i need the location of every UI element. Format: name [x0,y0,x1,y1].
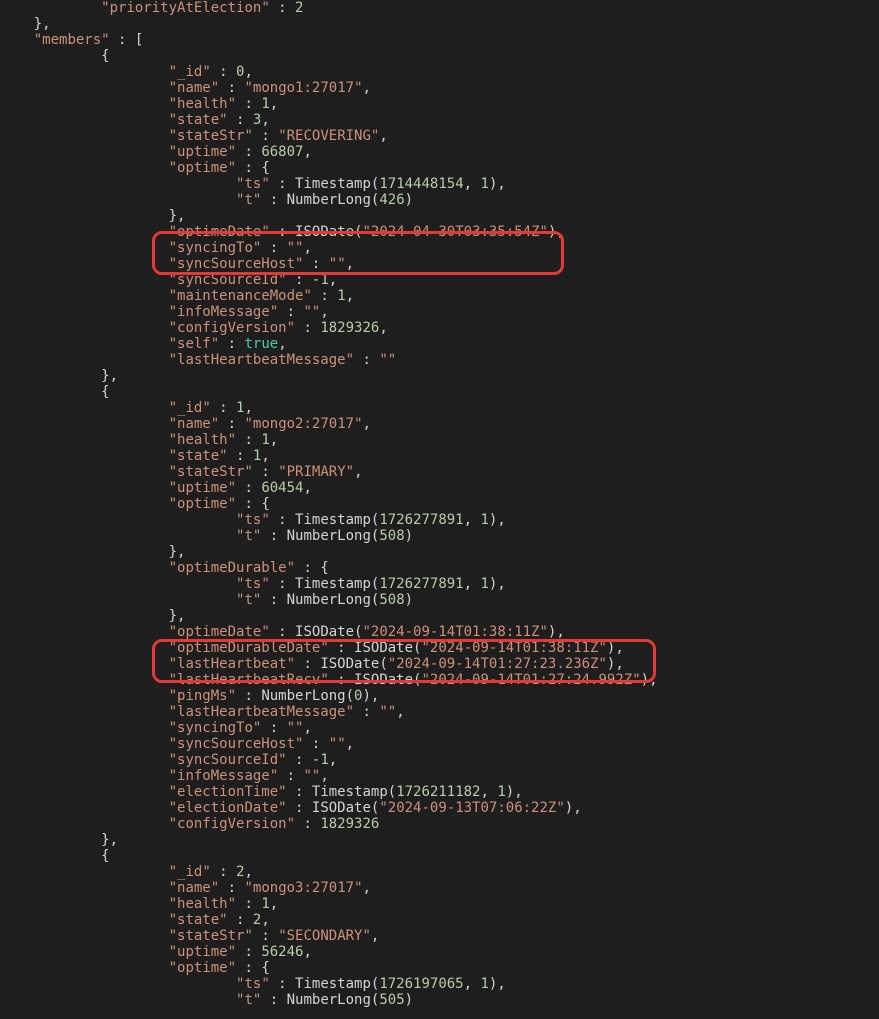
json-output: "priorityAtElection" : 2 }, "members" : … [0,0,879,1008]
key-members: "members" [34,32,110,48]
key-priorityAtElection: "priorityAtElection" [101,0,270,16]
